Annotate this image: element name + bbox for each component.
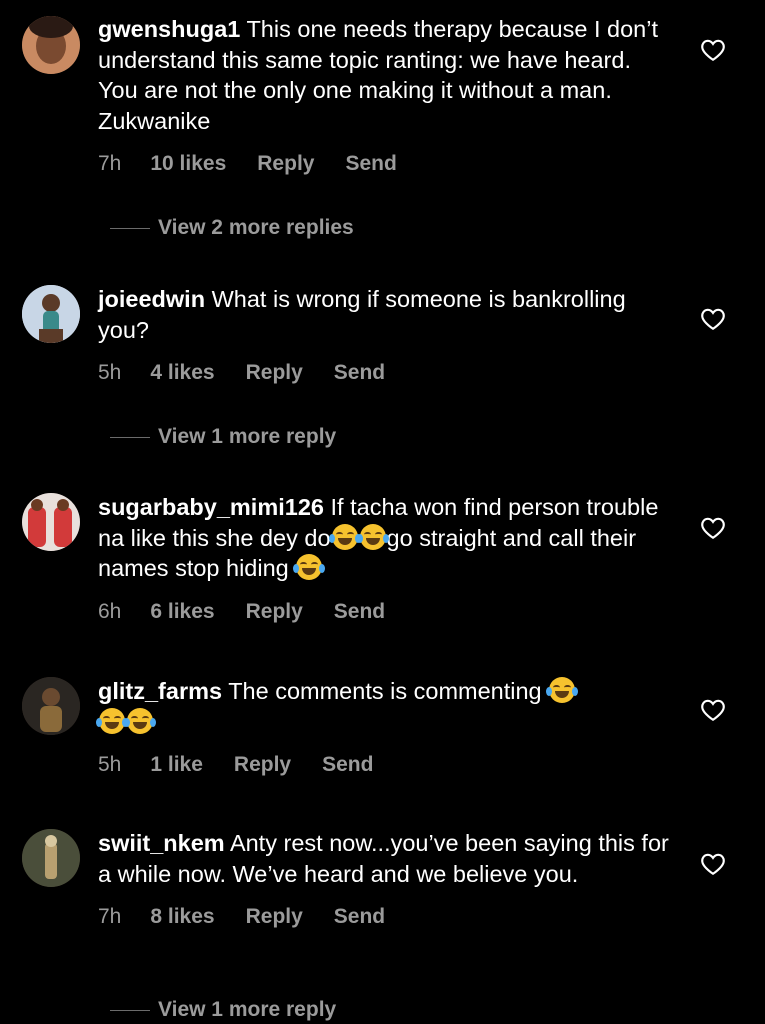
reply-button[interactable]: Reply xyxy=(246,361,303,385)
avatar[interactable] xyxy=(22,493,80,551)
view-replies-button[interactable]: View 2 more replies xyxy=(110,216,354,240)
comment-text: sugarbaby_mimi126 If tacha won find pers… xyxy=(98,492,673,584)
likes-count[interactable]: 1 like xyxy=(150,753,203,777)
comment-meta: 7h 10 likes Reply Send xyxy=(98,152,673,176)
username[interactable]: swiit_nkem xyxy=(98,830,225,856)
comment-text: swiit_nkem Anty rest now...you’ve been s… xyxy=(98,828,673,889)
timestamp: 5h xyxy=(98,753,122,776)
send-button[interactable]: Send xyxy=(322,753,373,777)
timestamp: 5h xyxy=(98,361,122,384)
comment-text: gwenshuga1 This one needs therapy becaus… xyxy=(98,14,673,136)
username[interactable]: sugarbaby_mimi126 xyxy=(98,494,324,520)
divider xyxy=(110,436,150,438)
heart-icon[interactable] xyxy=(700,698,726,722)
view-replies-button[interactable]: View 1 more reply xyxy=(110,998,336,1022)
reply-button[interactable]: Reply xyxy=(234,753,291,777)
likes-count[interactable]: 6 likes xyxy=(150,600,214,624)
send-button[interactable]: Send xyxy=(334,361,385,385)
comment-body: The comments is commenting xyxy=(228,678,542,704)
view-replies-button[interactable]: View 1 more reply xyxy=(110,425,336,449)
username[interactable]: joieedwin xyxy=(98,286,205,312)
avatar[interactable] xyxy=(22,829,80,887)
likes-count[interactable]: 10 likes xyxy=(150,152,226,176)
tears-of-joy-emoji-icon xyxy=(546,677,579,703)
view-replies-label: View 1 more reply xyxy=(158,425,337,448)
heart-icon[interactable] xyxy=(700,307,726,331)
comment-meta: 5h 1 like Reply Send xyxy=(98,753,673,777)
comment-meta: 5h 4 likes Reply Send xyxy=(98,361,673,385)
comment-text: joieedwin What is wrong if someone is ba… xyxy=(98,284,673,345)
divider xyxy=(110,227,150,229)
send-button[interactable]: Send xyxy=(334,600,385,624)
likes-count[interactable]: 8 likes xyxy=(150,905,214,929)
timestamp: 7h xyxy=(98,152,122,175)
timestamp: 7h xyxy=(98,905,122,928)
avatar[interactable] xyxy=(22,16,80,74)
comment-meta: 6h 6 likes Reply Send xyxy=(98,600,673,624)
username[interactable]: glitz_farms xyxy=(98,678,222,704)
tears-of-joy-emoji-icon xyxy=(124,707,156,734)
comment-text: glitz_farms The comments is commenting xyxy=(96,676,673,737)
heart-icon[interactable] xyxy=(700,852,726,876)
reply-button[interactable]: Reply xyxy=(257,152,314,176)
tears-of-joy-emoji-icon xyxy=(328,523,361,550)
heart-icon[interactable] xyxy=(700,38,726,62)
reply-button[interactable]: Reply xyxy=(246,905,303,929)
timestamp: 6h xyxy=(98,599,122,623)
view-replies-label: View 1 more reply xyxy=(158,998,337,1021)
username[interactable]: gwenshuga1 xyxy=(98,16,240,42)
reply-button[interactable]: Reply xyxy=(246,600,303,624)
comment-meta: 7h 8 likes Reply Send xyxy=(98,905,673,929)
view-replies-label: View 2 more replies xyxy=(158,216,354,239)
tears-of-joy-emoji-icon xyxy=(356,523,389,550)
divider xyxy=(110,1009,150,1011)
likes-count[interactable]: 4 likes xyxy=(150,361,214,385)
avatar[interactable] xyxy=(22,677,80,735)
tears-of-joy-emoji-icon xyxy=(293,554,326,580)
tears-of-joy-emoji-icon xyxy=(96,707,128,734)
send-button[interactable]: Send xyxy=(345,152,396,176)
avatar[interactable] xyxy=(22,285,80,343)
send-button[interactable]: Send xyxy=(334,905,385,929)
heart-icon[interactable] xyxy=(700,516,726,540)
